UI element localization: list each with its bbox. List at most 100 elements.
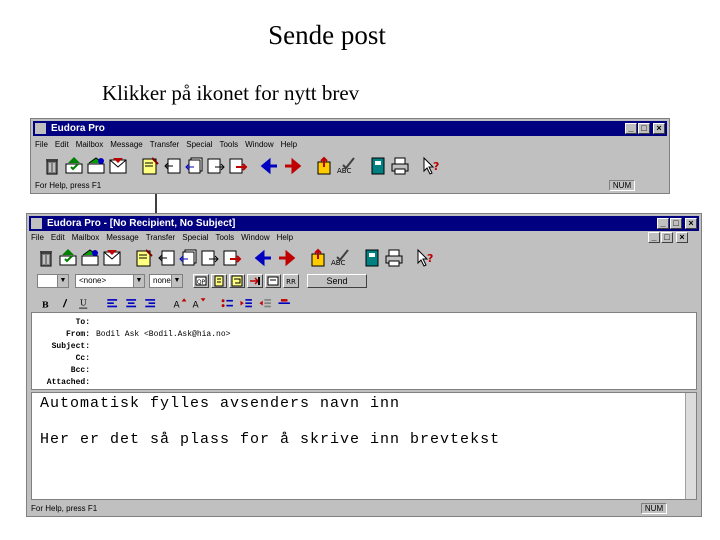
eudora-main-window: Eudora Pro _ □ × File Edit Mailbox Message T… (30, 118, 670, 194)
slide-title: Sende post (268, 20, 386, 50)
outdent-icon[interactable] (257, 295, 275, 313)
send-queued-icon[interactable] (79, 247, 101, 269)
attach-file-icon[interactable] (313, 155, 335, 177)
underline-icon[interactable]: U (75, 295, 93, 313)
header-label: From: (65, 330, 90, 339)
minimize-button[interactable]: _ (625, 123, 637, 134)
address-book-icon[interactable] (361, 247, 383, 269)
child-minimize-button[interactable]: _ (648, 232, 660, 243)
forward-icon[interactable] (199, 247, 221, 269)
header-row[interactable]: Cc: (32, 353, 696, 364)
menu-edit[interactable]: Edit (51, 233, 65, 242)
header-row[interactable]: Bcc: (32, 365, 696, 376)
window-titlebar[interactable]: Eudora Pro - [No Recipient, No Subject] … (29, 216, 699, 231)
header-value[interactable]: Bodil Ask <Bodil.Ask@hia.no> (96, 329, 230, 340)
header-label: Bcc: (70, 366, 90, 375)
child-close-button[interactable]: × (676, 232, 688, 243)
forward-icon[interactable] (205, 155, 227, 177)
trash-icon[interactable] (35, 247, 57, 269)
attach-file-icon[interactable] (307, 247, 329, 269)
horizontal-rule-icon[interactable] (276, 295, 294, 313)
reply-icon[interactable] (161, 155, 183, 177)
priority-combo[interactable]: none ▼ (149, 274, 183, 288)
send-queued-icon[interactable] (85, 155, 107, 177)
menu-help[interactable]: Help (277, 233, 293, 242)
message-header-pane: To: From: Bodil Ask <Bodil.Ask@hia.no> Subj… (31, 312, 697, 390)
maximize-button[interactable]: □ (670, 218, 682, 229)
menu-edit[interactable]: Edit (55, 140, 69, 149)
menu-file[interactable]: File (31, 233, 44, 242)
reply-all-icon[interactable] (177, 247, 199, 269)
in-mailbox-icon[interactable] (101, 247, 123, 269)
svg-text:A: A (192, 300, 199, 310)
window-titlebar[interactable]: Eudora Pro _ □ × (33, 121, 667, 136)
menu-tools[interactable]: Tools (219, 140, 238, 149)
reply-icon[interactable] (155, 247, 177, 269)
maximize-button[interactable]: □ (638, 123, 650, 134)
minimize-button[interactable]: _ (657, 218, 669, 229)
redirect-icon[interactable] (221, 247, 243, 269)
menu-special[interactable]: Special (182, 233, 208, 242)
menu-bar: File Edit Mailbox Message Transfer Special Too… (31, 230, 697, 245)
prev-message-icon[interactable] (253, 247, 275, 269)
next-message-icon[interactable] (275, 247, 297, 269)
menu-special[interactable]: Special (186, 140, 212, 149)
keep-copy-button[interactable] (265, 274, 281, 288)
menu-mailbox[interactable]: Mailbox (72, 233, 100, 242)
tabs-in-body-button[interactable] (247, 274, 263, 288)
trash-icon[interactable] (41, 155, 63, 177)
check-spelling-icon[interactable]: ABC (335, 155, 357, 177)
font-size-up-icon[interactable]: A (171, 295, 189, 313)
print-icon[interactable] (389, 155, 411, 177)
menu-window[interactable]: Window (241, 233, 269, 242)
check-mail-icon[interactable] (57, 247, 79, 269)
close-button[interactable]: × (685, 218, 697, 229)
return-receipt-button[interactable]: RR (283, 274, 299, 288)
quoted-printable-button[interactable]: QP (193, 274, 209, 288)
reply-all-icon[interactable] (183, 155, 205, 177)
help-icon[interactable]: ? (415, 247, 437, 269)
vertical-scrollbar[interactable] (685, 393, 696, 499)
menu-window[interactable]: Window (245, 140, 273, 149)
next-message-icon[interactable] (281, 155, 303, 177)
menu-message[interactable]: Message (106, 233, 138, 242)
align-right-icon[interactable] (142, 295, 160, 313)
prev-message-icon[interactable] (259, 155, 281, 177)
check-mail-icon[interactable] (63, 155, 85, 177)
italic-icon[interactable] (56, 295, 74, 313)
svg-text:?: ? (433, 160, 439, 173)
bullet-list-icon[interactable] (219, 295, 237, 313)
menu-mailbox[interactable]: Mailbox (76, 140, 104, 149)
menu-transfer[interactable]: Transfer (150, 140, 180, 149)
child-restore-button[interactable]: □ (661, 232, 673, 243)
word-wrap-button[interactable] (229, 274, 245, 288)
redirect-icon[interactable] (227, 155, 249, 177)
text-as-attachment-button[interactable] (211, 274, 227, 288)
align-left-icon[interactable] (104, 295, 122, 313)
menu-help[interactable]: Help (281, 140, 297, 149)
header-row[interactable]: Subject: (32, 341, 696, 352)
new-message-icon[interactable] (139, 155, 161, 177)
in-mailbox-icon[interactable] (107, 155, 129, 177)
send-button[interactable]: Send (307, 274, 367, 288)
bold-icon[interactable]: B (37, 295, 55, 313)
new-message-icon[interactable] (133, 247, 155, 269)
align-center-icon[interactable] (123, 295, 141, 313)
address-book-icon[interactable] (367, 155, 389, 177)
font-combo[interactable]: ▼ (37, 274, 69, 288)
font-size-down-icon[interactable]: A (190, 295, 208, 313)
message-body-pane[interactable]: Automatisk fylles avsenders navn inn Her… (31, 392, 697, 500)
menu-file[interactable]: File (35, 140, 48, 149)
indent-icon[interactable] (238, 295, 256, 313)
signature-combo[interactable]: <none> ▼ (75, 274, 145, 288)
menu-tools[interactable]: Tools (215, 233, 234, 242)
close-button[interactable]: × (653, 123, 665, 134)
menu-message[interactable]: Message (110, 140, 142, 149)
header-row[interactable]: Attached: (32, 377, 696, 388)
menu-transfer[interactable]: Transfer (146, 233, 176, 242)
check-spelling-icon[interactable]: ABC (329, 247, 351, 269)
header-row[interactable]: To: (32, 317, 696, 328)
header-row[interactable]: From: Bodil Ask <Bodil.Ask@hia.no> (32, 329, 696, 340)
print-icon[interactable] (383, 247, 405, 269)
help-icon[interactable]: ? (421, 155, 443, 177)
